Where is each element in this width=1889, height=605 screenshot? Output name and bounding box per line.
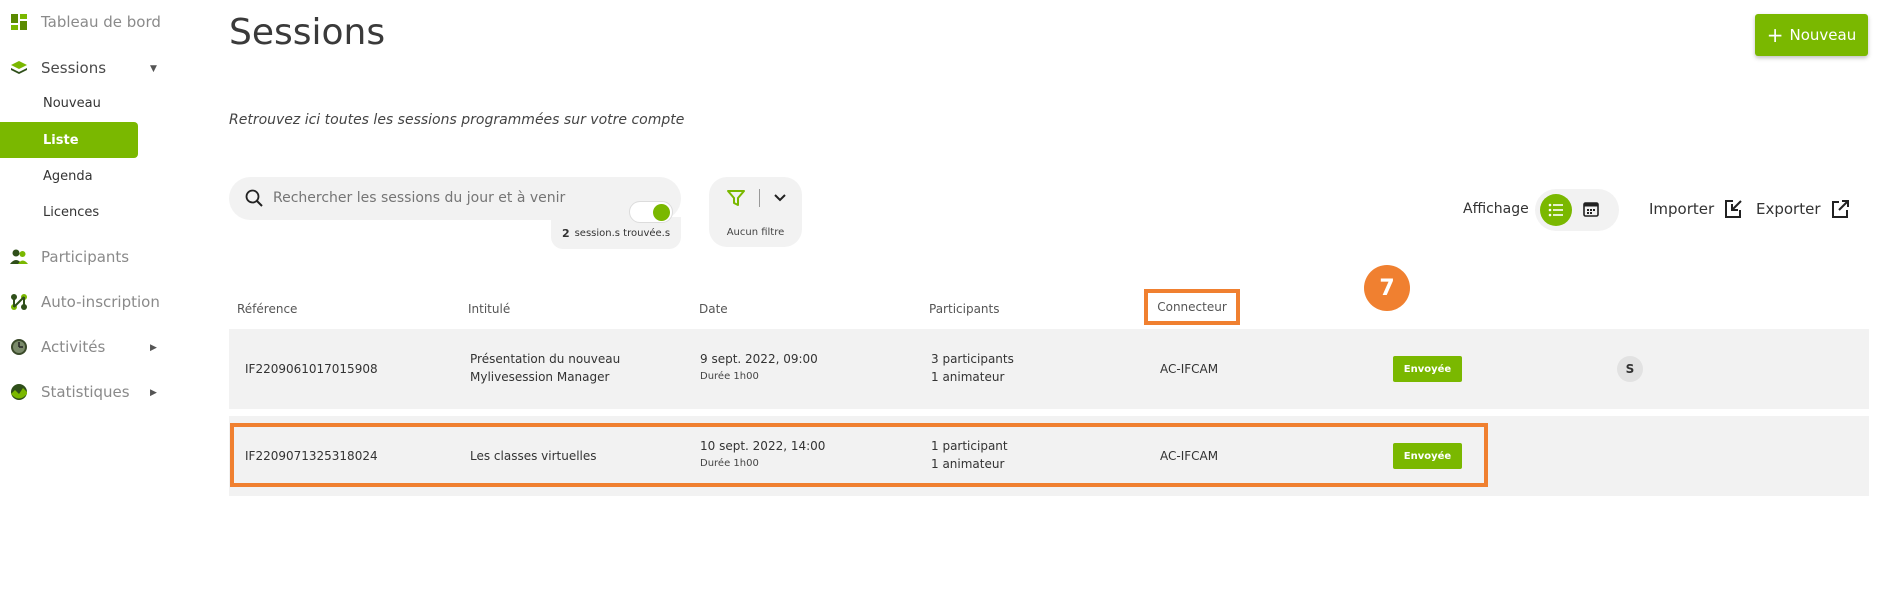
table-row[interactable]: IF2209061017015908 Présentation du nouve… [229, 329, 1869, 409]
search-box [229, 177, 681, 223]
column-header-participants[interactable]: Participants [929, 302, 1000, 316]
sub-item-label: Liste [43, 132, 79, 148]
sidebar: Tableau de bord Sessions ▼ Nouveau Liste… [0, 0, 170, 605]
page-title: Sessions [229, 12, 386, 53]
found-number: 2 [561, 226, 570, 240]
view-toggle [1535, 189, 1619, 231]
clock-icon [11, 339, 27, 355]
filter-dropdown[interactable]: Aucun filtre [709, 177, 802, 247]
calendar-view-icon[interactable] [1582, 200, 1600, 218]
column-header-connector[interactable]: Connecteur [1144, 289, 1240, 325]
upcoming-toggle[interactable] [629, 201, 673, 223]
nav-item-participants[interactable]: Participants [0, 239, 170, 275]
participants-value: 3 participants [931, 352, 1014, 366]
nav-item-sessions[interactable]: Sessions ▼ [0, 50, 170, 86]
title-line: Présentation du nouveau [470, 352, 621, 366]
animators-value: 1 animateur [931, 370, 1005, 384]
import-label: Importer [1649, 200, 1715, 218]
sub-item-liste[interactable]: Liste [0, 122, 138, 158]
avatar[interactable]: S [1617, 356, 1643, 382]
export-button[interactable]: Exporter [1756, 198, 1851, 220]
column-header-connector-label: Connecteur [1157, 300, 1227, 314]
step-badge: 7 [1364, 265, 1410, 311]
toggle-knob [653, 204, 670, 221]
duration-value: Durée 1h00 [700, 371, 759, 382]
chart-icon [11, 384, 27, 400]
filter-icon [727, 190, 745, 206]
new-session-button-label: Nouveau [1789, 26, 1857, 44]
nav-item-dashboard[interactable]: Tableau de bord [0, 4, 170, 40]
nav-item-label: Sessions [41, 59, 107, 77]
sub-item-agenda[interactable]: Agenda [0, 158, 138, 194]
sub-item-label: Licences [43, 204, 100, 220]
column-header-date[interactable]: Date [699, 302, 728, 316]
cell-participants: 3 participants 1 animateur [931, 350, 1014, 386]
list-view-button[interactable] [1540, 194, 1572, 226]
nav-item-label: Activités [41, 338, 106, 356]
search-area: 2 session.s trouvée.s [229, 177, 681, 249]
nav-item-label: Participants [41, 248, 130, 266]
found-label: session.s trouvée.s [574, 227, 671, 239]
search-icon [245, 189, 263, 207]
users-icon [10, 249, 28, 264]
sub-item-label: Agenda [43, 168, 93, 184]
date-value: 9 sept. 2022, 09:00 [700, 352, 818, 366]
dashboard-icon [11, 14, 27, 30]
cell-date: 9 sept. 2022, 09:00 Durée 1h00 [700, 350, 818, 386]
title-line: Mylivesession Manager [470, 370, 610, 384]
sub-item-licences[interactable]: Licences [0, 194, 138, 230]
chevron-right-icon[interactable]: ▶ [150, 388, 157, 398]
page-subtitle: Retrouvez ici toutes les sessions progra… [229, 112, 685, 128]
plus-icon: + [1766, 23, 1784, 47]
chevron-down-icon [774, 194, 786, 202]
nav-item-activites[interactable]: Activités ▶ [0, 329, 170, 365]
nav-item-auto-inscription[interactable]: Auto-inscription [0, 284, 170, 320]
cell-title: Présentation du nouveau Mylivesession Ma… [470, 350, 620, 386]
column-header-reference[interactable]: Référence [237, 302, 297, 316]
cell-connector: AC-IFCAM [1160, 362, 1219, 376]
export-label: Exporter [1756, 200, 1821, 218]
share-icon [11, 294, 27, 310]
filter-label: Aucun filtre [726, 227, 785, 238]
layers-icon [11, 61, 27, 74]
import-button[interactable]: Importer [1649, 198, 1744, 220]
status-badge: Envoyée [1393, 356, 1462, 382]
export-icon [1831, 200, 1849, 218]
list-icon [1548, 203, 1563, 217]
highlight-outline [230, 423, 1488, 487]
nav-item-statistiques[interactable]: Statistiques ▶ [0, 374, 170, 410]
chevron-down-icon[interactable]: ▼ [150, 64, 157, 74]
filter-separator [759, 189, 760, 207]
nav-item-label: Auto-inscription [41, 293, 160, 311]
import-icon [1725, 200, 1742, 218]
nav-item-label: Tableau de bord [41, 13, 161, 31]
search-input[interactable] [273, 187, 603, 209]
display-label: Affichage [1463, 201, 1529, 217]
column-header-title[interactable]: Intitulé [468, 302, 510, 316]
sub-item-label: Nouveau [43, 95, 101, 111]
chevron-right-icon[interactable]: ▶ [150, 343, 157, 353]
cell-reference: IF2209061017015908 [245, 362, 378, 376]
nav-item-label: Statistiques [41, 383, 130, 401]
new-session-button[interactable]: + Nouveau [1755, 14, 1868, 56]
sub-item-nouveau[interactable]: Nouveau [0, 85, 138, 121]
